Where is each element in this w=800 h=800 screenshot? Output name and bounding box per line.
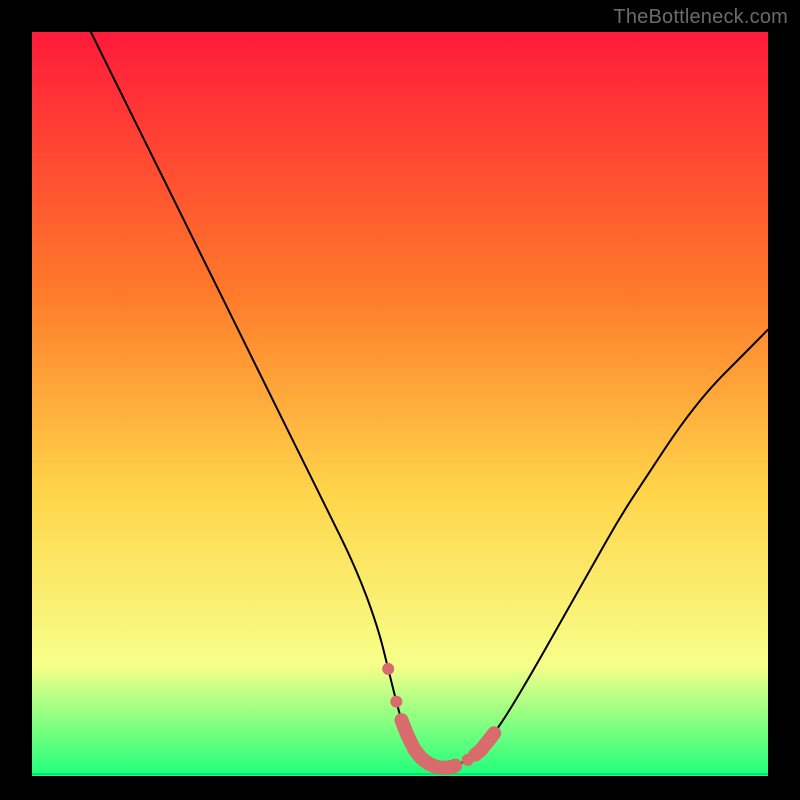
- gradient-background: [32, 32, 768, 776]
- watermark-text: TheBottleneck.com: [613, 6, 788, 29]
- highlight-dot: [390, 696, 402, 708]
- highlight-dot: [382, 663, 394, 675]
- bottleneck-plot-svg: [32, 32, 768, 776]
- chart-stage: TheBottleneck.com: [0, 0, 800, 800]
- plot-area: [32, 32, 768, 776]
